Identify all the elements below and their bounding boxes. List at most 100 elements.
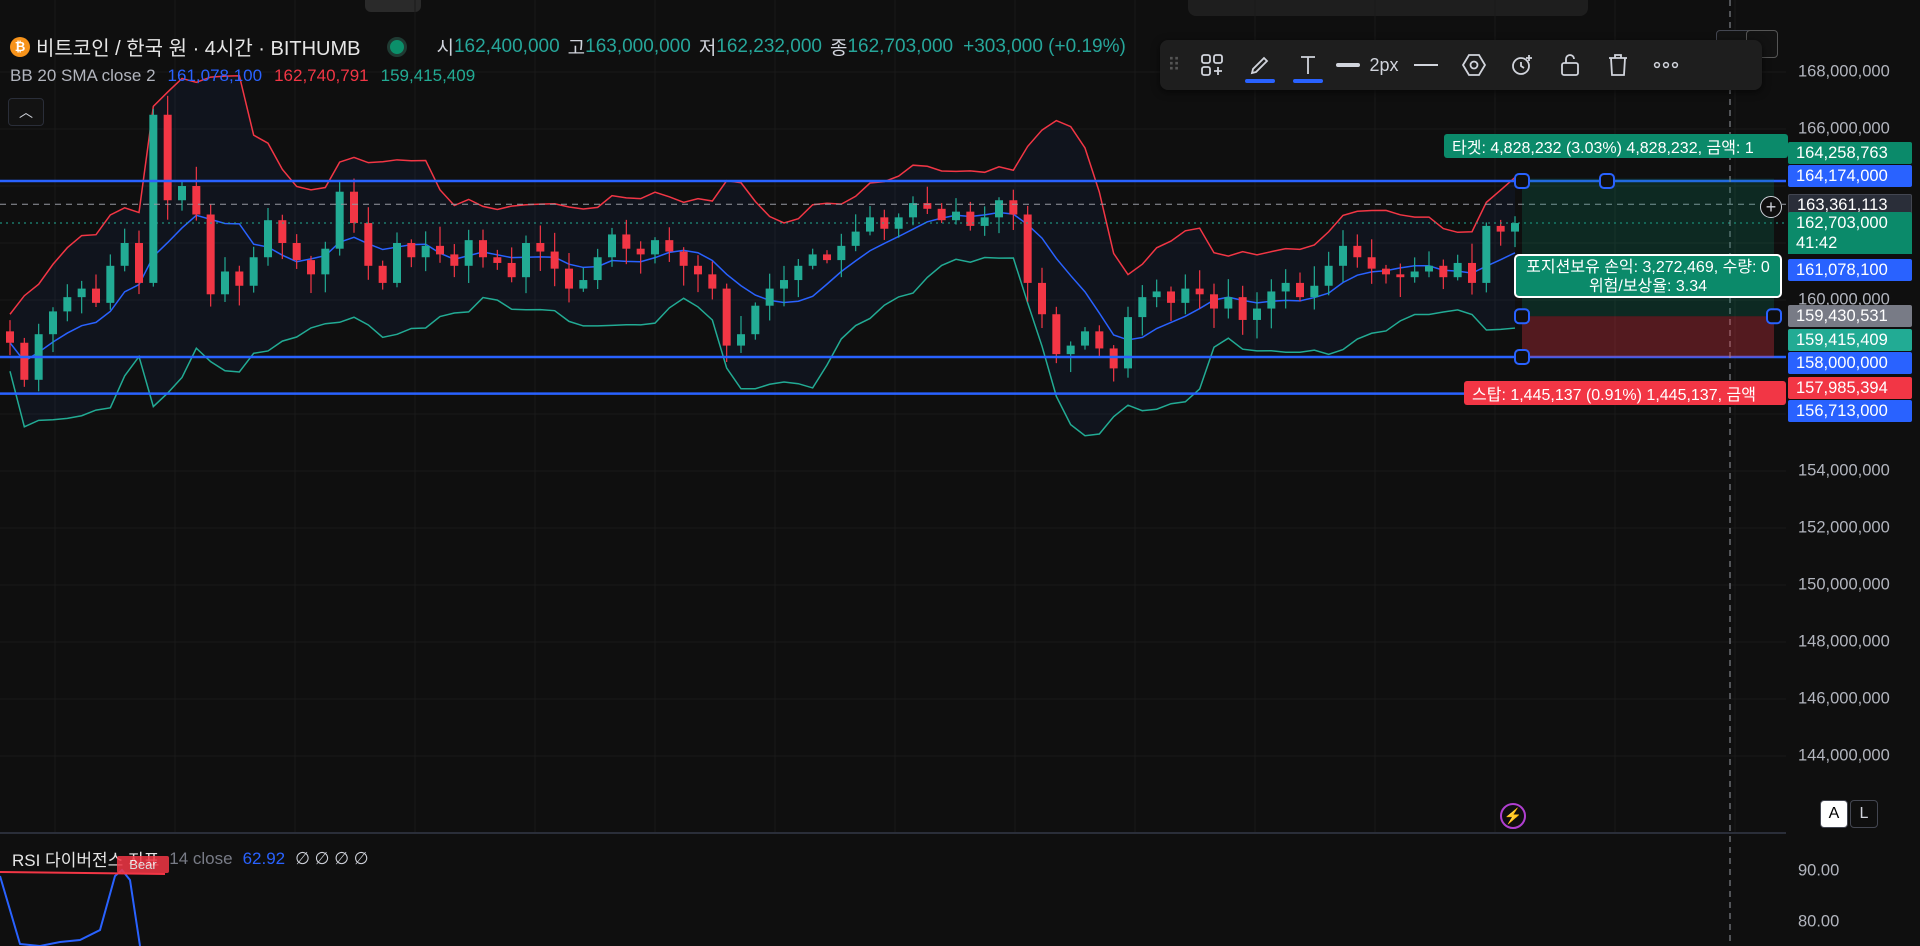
candle-body: [1496, 225, 1505, 232]
candle-body: [1210, 294, 1218, 309]
candle-body: [163, 114, 172, 201]
unlock-icon[interactable]: [1546, 40, 1594, 90]
symbol-title[interactable]: 비트코인 / 한국 원 · 4시간 · BITHUMB: [36, 32, 361, 61]
pencil-icon[interactable]: [1236, 40, 1284, 90]
candle-body: [206, 214, 215, 295]
high-label: 고: [567, 38, 586, 59]
candle-body: [507, 262, 516, 278]
candle-body: [1353, 245, 1362, 258]
rsi-axis-tick: 90.00: [1798, 861, 1840, 880]
candle-body: [636, 248, 645, 255]
candle-body: [909, 203, 917, 218]
candle-body: [851, 231, 860, 246]
candle-body: [1181, 288, 1190, 303]
drawing-handle: [1514, 173, 1530, 190]
candle-body: [550, 251, 559, 269]
candle-body: [780, 280, 788, 289]
trash-icon[interactable]: [1594, 40, 1642, 90]
grip-icon[interactable]: ⠿: [1160, 40, 1188, 90]
candle-body: [937, 208, 946, 221]
candle-body: [823, 254, 831, 261]
position-info-box[interactable]: 포지션보유 손익: 3,272,469, 수량: 0 위험/보상율: 3.34: [1514, 254, 1782, 298]
candle-body: [1052, 314, 1061, 355]
candle-body: [407, 243, 416, 258]
candle-body: [1367, 257, 1376, 269]
candle-body: [364, 223, 373, 266]
candle-body: [952, 211, 960, 221]
candle-body: [6, 331, 14, 343]
collapse-legend-button[interactable]: ︿: [8, 98, 44, 126]
candle-body: [751, 305, 760, 335]
candle-body: [1439, 265, 1448, 278]
risk-reward-text: 위험/보상율: 3.34: [1588, 278, 1708, 295]
alert-add-icon[interactable]: [1498, 40, 1546, 90]
candle-body: [1195, 288, 1204, 295]
candle-body: [350, 191, 358, 224]
candle-body: [1267, 291, 1276, 309]
candle-body: [679, 251, 688, 266]
drawing-handle: [1514, 349, 1530, 365]
candle-body: [1425, 265, 1433, 272]
candle-body: [765, 288, 774, 306]
candle-body: [1038, 282, 1046, 315]
rsi-legend[interactable]: RSI 다이버전스 지표 14 close 62.92 ∅ ∅ ∅ ∅: [12, 846, 369, 871]
candle-body: [593, 257, 602, 281]
add-crosshair-icon[interactable]: +: [1760, 196, 1782, 218]
stop-price-tag: 157,985,394: [1788, 377, 1912, 399]
log-scale-button[interactable]: L: [1850, 800, 1878, 828]
rsi-param: 14 close: [169, 848, 233, 868]
candle-body: [1310, 285, 1319, 298]
low-value: 162,232,000: [716, 35, 822, 57]
candle-body: [722, 288, 731, 346]
candle-body: [694, 265, 702, 275]
high-value: 163,000,000: [585, 35, 691, 57]
candle-body: [536, 243, 545, 252]
candle-body: [479, 240, 487, 258]
range-low-price-tag: 158,000,000: [1788, 352, 1912, 374]
candle-body: [608, 234, 616, 258]
axis-tick: 148,000,000: [1798, 632, 1890, 651]
change-value: +303,000 (+0.19%): [963, 35, 1126, 57]
candle-body: [378, 265, 387, 283]
auto-scale-button[interactable]: A: [1820, 800, 1848, 828]
target-banner[interactable]: 타겟: 4,828,232 (3.03%) 4,828,232, 금액: 1: [1444, 134, 1788, 158]
candle-body: [622, 234, 631, 249]
bb-band-fill: [10, 75, 1515, 436]
more-icon[interactable]: [1642, 40, 1690, 90]
settings-hexagon-icon[interactable]: [1450, 40, 1498, 90]
axis-tick: 168,000,000: [1798, 62, 1890, 81]
candle-body: [1410, 271, 1419, 278]
candle-body: [292, 243, 301, 261]
close-label: 종: [829, 38, 848, 59]
line-width-button[interactable]: 2px: [1332, 40, 1402, 90]
text-icon[interactable]: [1284, 40, 1332, 90]
open-value: 162,400,000: [453, 35, 560, 57]
bb-upper-value: 162,740,791: [274, 66, 369, 85]
candle-body: [20, 342, 29, 380]
axis-tick: 152,000,000: [1798, 518, 1890, 537]
line-style-icon[interactable]: [1402, 40, 1450, 90]
candle-body: [1511, 223, 1519, 232]
stop-banner[interactable]: 스탑: 1,445,137 (0.91%) 1,445,137, 금액: [1464, 381, 1786, 405]
candle-body: [737, 334, 745, 346]
templates-icon[interactable]: [1188, 40, 1236, 90]
bb-legend[interactable]: BB 20 SMA close 2 161,078,100 162,740,79…: [10, 66, 475, 86]
market-status-dot[interactable]: [386, 36, 407, 57]
candle-body: [1324, 265, 1333, 286]
candle-body: [995, 200, 1003, 218]
bb-middle-price-tag: 161,078,100: [1788, 259, 1912, 281]
candle-body: [221, 271, 229, 295]
candle-body: [321, 248, 330, 275]
bb-middle-value: 161,078,100: [167, 66, 263, 85]
candle-body: [249, 257, 258, 286]
lightning-icon[interactable]: ⚡: [1500, 803, 1526, 829]
candle-body: [1382, 268, 1390, 275]
candle-body: [1396, 274, 1405, 278]
candle-body: [1009, 200, 1018, 215]
candle-body: [1066, 345, 1075, 355]
candle-body: [980, 217, 989, 226]
range-high-price-tag: 164,174,000: [1788, 165, 1912, 187]
candle-body: [235, 271, 244, 286]
bb-indicator-name: BB 20 SMA close 2: [10, 66, 156, 85]
candle-body: [1109, 348, 1118, 369]
